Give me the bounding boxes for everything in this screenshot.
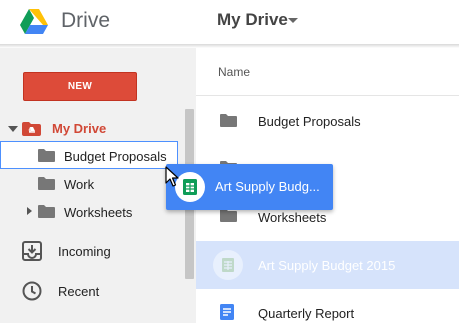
file-name: Budget Proposals <box>258 114 361 129</box>
clock-icon <box>22 281 42 301</box>
expand-triangle-icon[interactable] <box>8 126 18 132</box>
sidebar-item-recent[interactable]: Recent <box>58 284 99 299</box>
expand-triangle-icon[interactable] <box>27 207 32 215</box>
folder-icon <box>220 114 237 127</box>
file-name: Quarterly Report <box>258 306 355 321</box>
sheets-icon <box>213 250 243 280</box>
breadcrumb[interactable]: My Drive <box>217 10 288 30</box>
file-row-selected[interactable]: Art Supply Budget 2015 <box>196 241 459 289</box>
sidebar-item-incoming[interactable]: Incoming <box>58 244 111 259</box>
drag-icon-badge <box>175 172 205 202</box>
column-header-name[interactable]: Name <box>218 65 250 79</box>
caret-down-icon[interactable] <box>288 18 298 23</box>
mouse-cursor-icon <box>165 166 179 187</box>
file-name: Worksheets <box>258 210 327 225</box>
divider <box>196 95 459 96</box>
sidebar-item-budget-proposals[interactable]: Budget Proposals <box>64 149 167 164</box>
file-row[interactable]: Budget Proposals <box>196 97 459 145</box>
drag-label: Art Supply Budg... <box>215 179 320 194</box>
file-name: Art Supply Budget 2015 <box>258 258 396 273</box>
my-drive-icon <box>22 122 41 136</box>
folder-icon <box>38 149 55 162</box>
incoming-icon <box>22 241 42 261</box>
sidebar-item-worksheets[interactable]: Worksheets <box>64 205 132 220</box>
sidebar-item-my-drive[interactable]: My Drive <box>52 121 106 136</box>
google-drive-logo-icon[interactable] <box>20 8 48 34</box>
new-button[interactable]: NEW <box>23 72 137 101</box>
folder-icon <box>38 177 55 190</box>
drag-preview: Art Supply Budg... <box>166 164 333 210</box>
app-name: Drive <box>61 9 111 32</box>
docs-icon <box>220 304 234 320</box>
file-row[interactable]: Quarterly Report <box>196 289 459 323</box>
folder-icon <box>38 205 55 218</box>
folder-icon <box>220 209 237 222</box>
sidebar-item-work[interactable]: Work <box>64 177 94 192</box>
sheets-icon <box>183 179 197 195</box>
top-bar: Drive My Drive <box>0 0 459 44</box>
